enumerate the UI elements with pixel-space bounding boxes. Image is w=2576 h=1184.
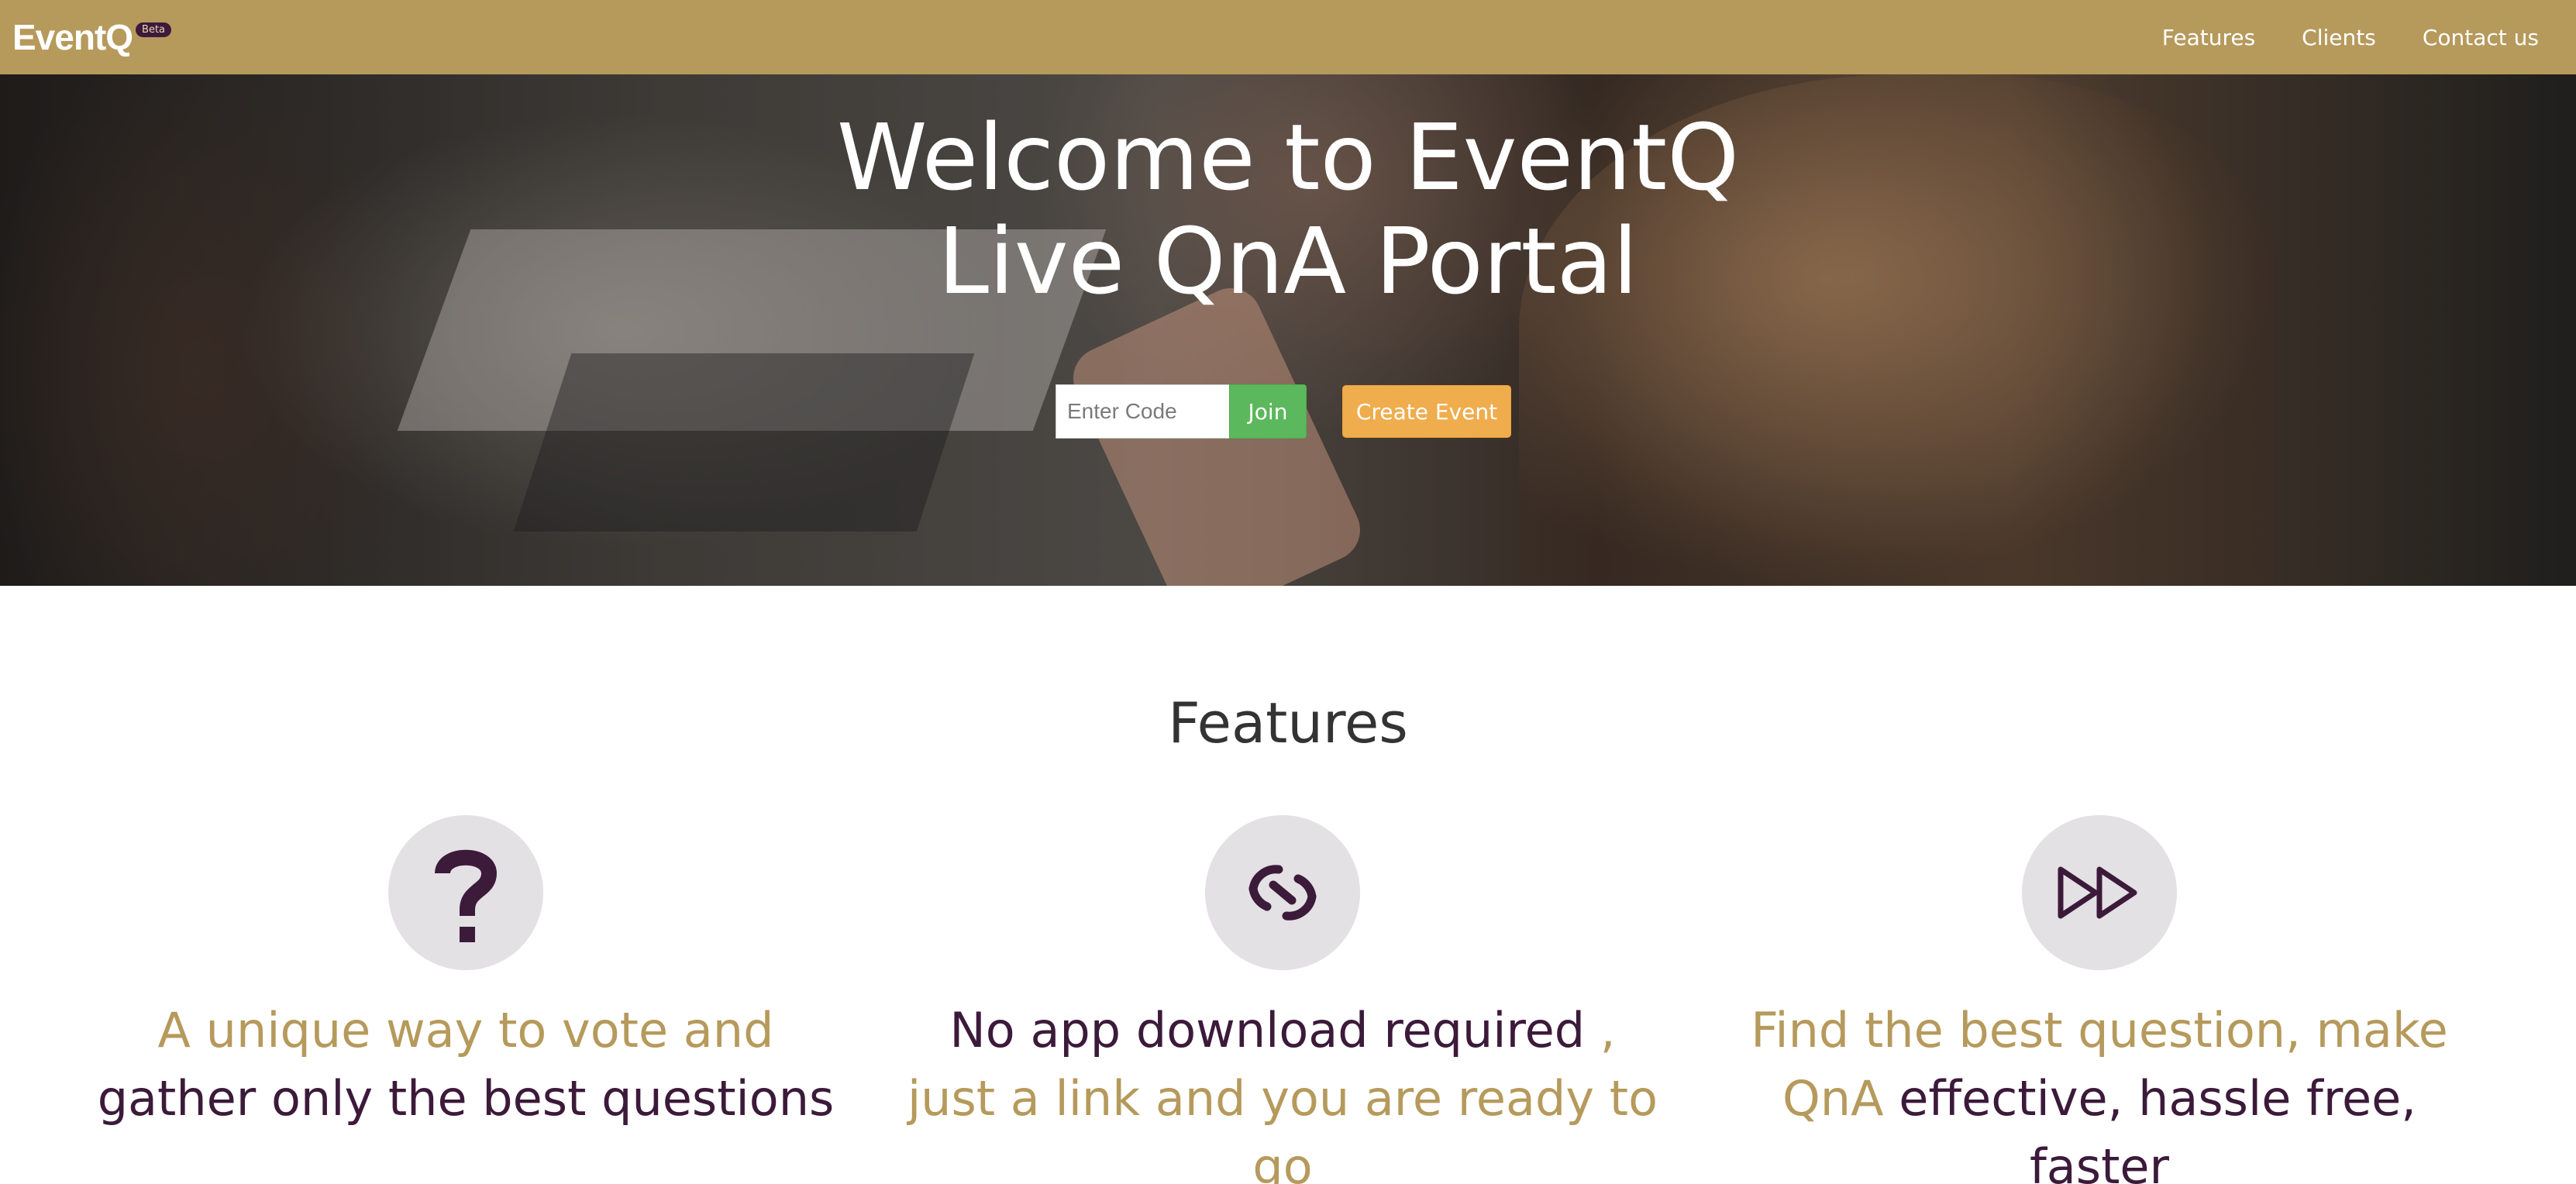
fast-forward-icon (2022, 815, 2177, 970)
beta-badge: Beta (136, 22, 172, 37)
join-form: Join Create Event (1056, 384, 1511, 439)
hero-title: Welcome to EventQ Live QnA Portal (0, 105, 2576, 313)
hero-photo-shape-laptop (513, 353, 975, 532)
feature-item-link: No app download required , just a link a… (874, 815, 1691, 1184)
question-mark-svg (435, 849, 498, 942)
feature-text-vote-gold: A unique way to vote and (157, 1002, 774, 1058)
feature-item-vote: A unique way to vote and gather only the… (57, 815, 874, 1133)
feature-text-link: No app download required , just a link a… (874, 996, 1691, 1184)
features-section: Features A unique way to vote and gather… (0, 586, 2576, 1184)
feature-text-vote-dark: gather only the best questions (97, 1070, 835, 1127)
create-event-button[interactable]: Create Event (1342, 385, 1511, 438)
feature-text-fast-dark: effective, hassle free, faster (1883, 1070, 2417, 1184)
link-svg (1248, 865, 1317, 921)
hero-content: Welcome to EventQ Live QnA Portal (0, 74, 2576, 313)
hero-title-line1: Welcome to EventQ (836, 104, 1740, 211)
brand-logo[interactable]: EventQ Beta (12, 19, 172, 55)
hero-title-line2: Live QnA Portal (938, 208, 1638, 315)
hero-section: Welcome to EventQ Live QnA Portal Join C… (0, 74, 2576, 586)
nav-link-contact[interactable]: Contact us (2423, 25, 2539, 50)
event-code-input[interactable] (1056, 384, 1229, 439)
question-mark-icon (388, 815, 543, 970)
link-icon (1205, 815, 1360, 970)
feature-item-fast: Find the best question, make QnA effecti… (1691, 815, 2508, 1184)
feature-text-fast: Find the best question, make QnA effecti… (1691, 996, 2508, 1184)
navbar: EventQ Beta Features Clients Contact us (0, 0, 2576, 74)
features-heading: Features (1168, 690, 1408, 755)
nav-link-features[interactable]: Features (2162, 25, 2255, 50)
brand-name[interactable]: EventQ (12, 19, 133, 55)
feature-text-link-dark: No app download required (949, 1002, 1586, 1058)
nav-link-clients[interactable]: Clients (2302, 25, 2376, 50)
feature-text-vote: A unique way to vote and gather only the… (57, 996, 874, 1133)
fast-forward-svg (2058, 866, 2137, 919)
nav-links: Features Clients Contact us (2162, 25, 2539, 50)
join-button[interactable]: Join (1229, 384, 1307, 439)
